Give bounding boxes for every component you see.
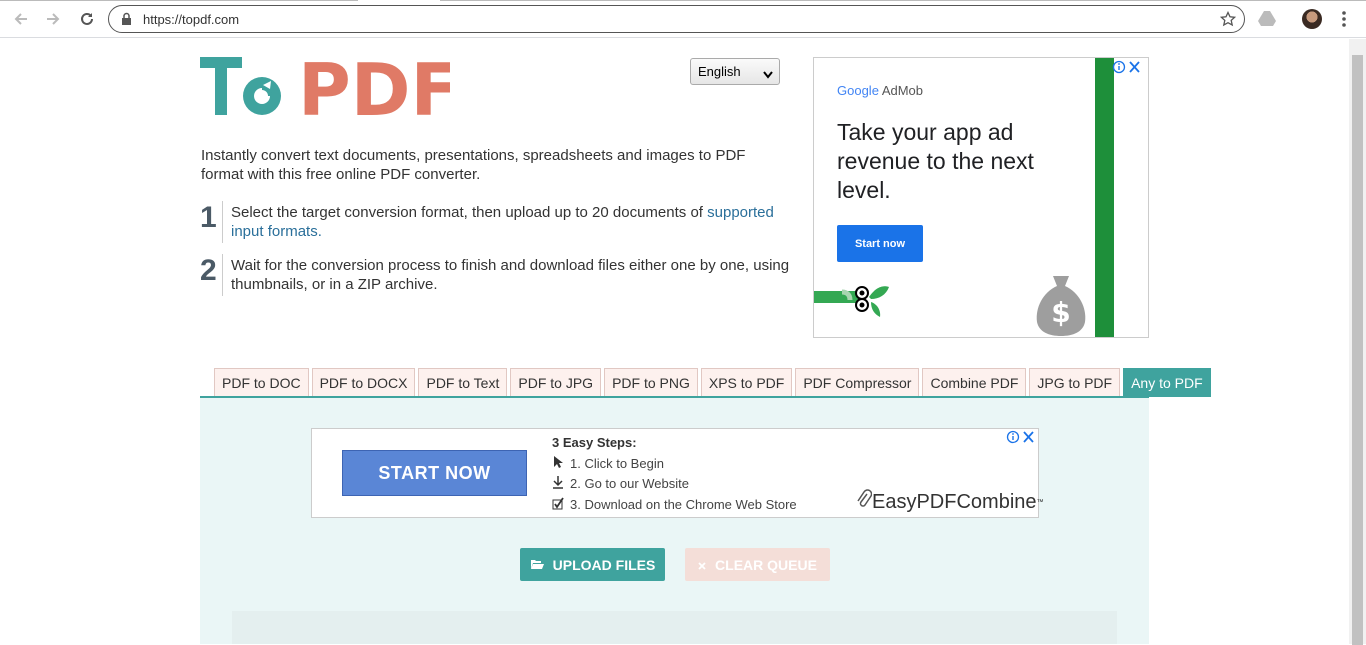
admob-wordmark: AdMob bbox=[881, 83, 924, 98]
plant-sprout-icon bbox=[814, 282, 894, 322]
adchoices-icon[interactable] bbox=[1006, 430, 1036, 449]
upload-files-label: UPLOAD FILES bbox=[552, 556, 656, 573]
tab-pdf-compressor[interactable]: PDF Compressor bbox=[795, 368, 920, 397]
adchoices-icon[interactable] bbox=[1112, 60, 1142, 79]
ad-step-row: 2. Go to our Website bbox=[552, 475, 689, 492]
address-bar[interactable]: https://topdf.com bbox=[108, 5, 1245, 33]
page-scrollbar[interactable] bbox=[1349, 39, 1366, 645]
tab-pdf-to-doc[interactable]: PDF to DOC bbox=[214, 368, 309, 397]
download-arrow-icon bbox=[552, 475, 564, 492]
language-selected: English bbox=[698, 64, 741, 79]
clear-queue-button[interactable]: CLEAR QUEUE bbox=[685, 548, 830, 581]
ad-step-text: 2. Go to our Website bbox=[570, 476, 689, 491]
step-number: 1 bbox=[200, 201, 217, 234]
ad-step-text: 1. Click to Begin bbox=[570, 456, 664, 471]
folder-open-icon bbox=[530, 557, 544, 573]
svg-text:$: $ bbox=[1051, 296, 1070, 329]
tab-xps-to-pdf[interactable]: XPS to PDF bbox=[700, 368, 793, 397]
converter-tabs: PDF to DOC PDF to DOCX PDF to Text PDF t… bbox=[214, 368, 1211, 397]
tab-jpg-to-pdf[interactable]: JPG to PDF bbox=[1029, 368, 1121, 397]
easypdfcombine-wordmark: EasyPDFCombine bbox=[872, 490, 1037, 513]
tab-pdf-to-png[interactable]: PDF to PNG bbox=[604, 368, 698, 397]
close-icon bbox=[698, 557, 706, 573]
admob-ad[interactable]: Google AdMob Take your app ad revenue to… bbox=[813, 57, 1149, 338]
browser-toolbar: https://topdf.com bbox=[0, 0, 1366, 38]
topdf-logo[interactable]: PDF bbox=[200, 48, 460, 132]
step-number: 2 bbox=[200, 254, 217, 287]
trademark-mark: ™ bbox=[1036, 498, 1044, 506]
step-divider bbox=[222, 254, 223, 296]
back-icon[interactable] bbox=[11, 9, 31, 29]
ad-green-stripe bbox=[1095, 58, 1114, 337]
lock-icon bbox=[121, 12, 132, 31]
tab-pdf-to-jpg[interactable]: PDF to JPG bbox=[510, 368, 602, 397]
step-2-text: Wait for the conversion process to finis… bbox=[231, 257, 790, 293]
upload-files-button[interactable]: UPLOAD FILES bbox=[520, 548, 665, 581]
step-1-text: Select the target conversion format, the… bbox=[231, 204, 708, 221]
chevron-down-icon bbox=[763, 67, 773, 82]
clear-queue-label: CLEAR QUEUE bbox=[715, 556, 817, 573]
forward-icon[interactable] bbox=[43, 9, 63, 29]
drive-extension-icon[interactable] bbox=[1258, 10, 1276, 31]
ad-step-row: 3. Download on the Chrome Web Store bbox=[552, 496, 797, 513]
ad-step-text: 3. Download on the Chrome Web Store bbox=[570, 497, 797, 512]
tab-pdf-to-docx[interactable]: PDF to DOCX bbox=[311, 368, 416, 397]
tab-pdf-to-text[interactable]: PDF to Text bbox=[418, 368, 508, 397]
easypdfcombine-logo: EasyPDFCombine ™ bbox=[856, 489, 1044, 515]
step-divider bbox=[222, 201, 223, 243]
profile-avatar[interactable] bbox=[1302, 9, 1322, 29]
tab-strip-edge bbox=[0, 0, 1366, 2]
file-drop-zone[interactable] bbox=[232, 611, 1117, 644]
scrollbar-thumb[interactable] bbox=[1352, 55, 1363, 645]
chrome-menu-icon[interactable] bbox=[1338, 9, 1350, 29]
ad-step-row: 1. Click to Begin bbox=[552, 455, 664, 472]
google-wordmark: Google bbox=[837, 83, 879, 98]
ad-headline: Take your app ad revenue to the next lev… bbox=[837, 119, 1034, 203]
paperclip-icon bbox=[856, 489, 873, 515]
ad-steps-title: 3 Easy Steps: bbox=[552, 435, 637, 450]
easypdfcombine-ad[interactable]: START NOW 3 Easy Steps: 1. Click to Begi… bbox=[311, 428, 1044, 518]
ad-start-now-button[interactable]: START NOW bbox=[342, 450, 527, 496]
bookmark-star-icon[interactable] bbox=[1219, 10, 1237, 32]
logo-pdf-text: PDF bbox=[298, 55, 450, 119]
money-bag-icon: $ bbox=[1033, 272, 1089, 337]
admob-brand: Google AdMob bbox=[837, 83, 923, 98]
ad-start-now-button[interactable]: Start now bbox=[837, 225, 923, 262]
reload-icon[interactable] bbox=[77, 9, 97, 29]
checkbox-check-icon bbox=[552, 496, 564, 513]
cursor-icon bbox=[552, 455, 564, 472]
intro-text: Instantly convert text documents, presen… bbox=[201, 147, 746, 183]
tab-combine-pdf[interactable]: Combine PDF bbox=[922, 368, 1027, 397]
language-select[interactable]: English bbox=[690, 58, 780, 85]
tab-any-to-pdf[interactable]: Any to PDF bbox=[1123, 368, 1211, 397]
url-text: https://topdf.com bbox=[143, 12, 240, 27]
step-text: Select the target conversion format, the… bbox=[231, 203, 791, 241]
